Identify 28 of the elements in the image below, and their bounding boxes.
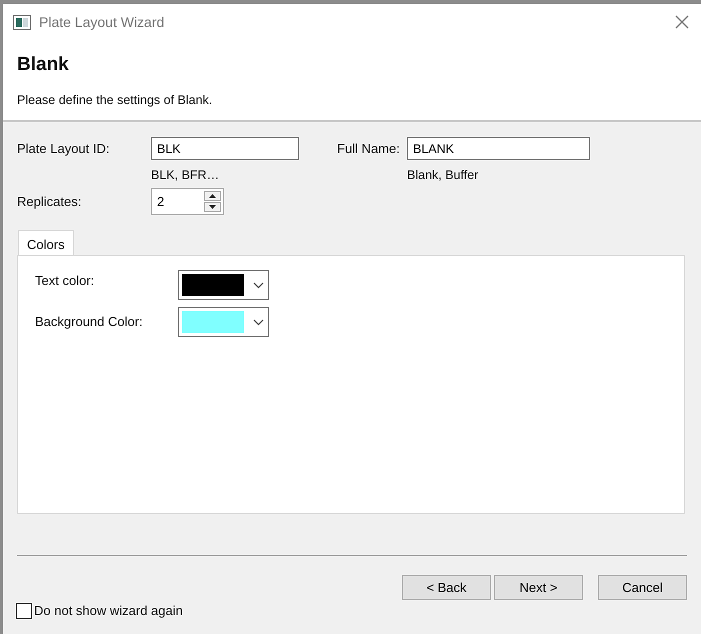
spin-up-button[interactable] bbox=[204, 191, 221, 201]
field-label: Full Name: bbox=[337, 140, 401, 158]
wizard-button[interactable]: Cancel bbox=[598, 575, 687, 600]
down-arrow-icon bbox=[209, 205, 216, 209]
field-label: Replicates: bbox=[17, 192, 82, 211]
field-label: Text color: bbox=[35, 272, 96, 290]
spin-down-button[interactable] bbox=[204, 202, 221, 212]
checkbox-label[interactable]: Do not show wizard again bbox=[34, 601, 183, 620]
close-button[interactable] bbox=[673, 13, 691, 31]
wizard-button[interactable]: Next > bbox=[494, 575, 583, 600]
tab[interactable]: Colors bbox=[18, 230, 74, 255]
up-arrow-icon bbox=[209, 194, 216, 198]
field-label: Background Color: bbox=[35, 313, 144, 332]
window-title: Plate Layout Wizard bbox=[39, 12, 164, 32]
app-icon bbox=[13, 14, 31, 30]
color-dropdown[interactable] bbox=[178, 307, 269, 337]
hint-text: Blank, Buffer bbox=[407, 167, 480, 184]
chevron-down-icon bbox=[253, 282, 264, 288]
page-subtitle: Please define the settings of Blank. bbox=[17, 93, 214, 108]
field-label: Plate Layout ID: bbox=[17, 140, 110, 158]
wizard-button[interactable]: < Back bbox=[402, 575, 491, 600]
chevron-down-icon bbox=[253, 318, 264, 326]
hint-text: BLK, BFR… bbox=[151, 167, 220, 184]
color-dropdown[interactable] bbox=[178, 270, 269, 300]
page-title: Blank bbox=[17, 54, 70, 76]
text-field[interactable]: BLANK bbox=[407, 137, 590, 160]
text-field[interactable]: BLK bbox=[151, 137, 299, 160]
checkbox[interactable] bbox=[16, 602, 32, 619]
